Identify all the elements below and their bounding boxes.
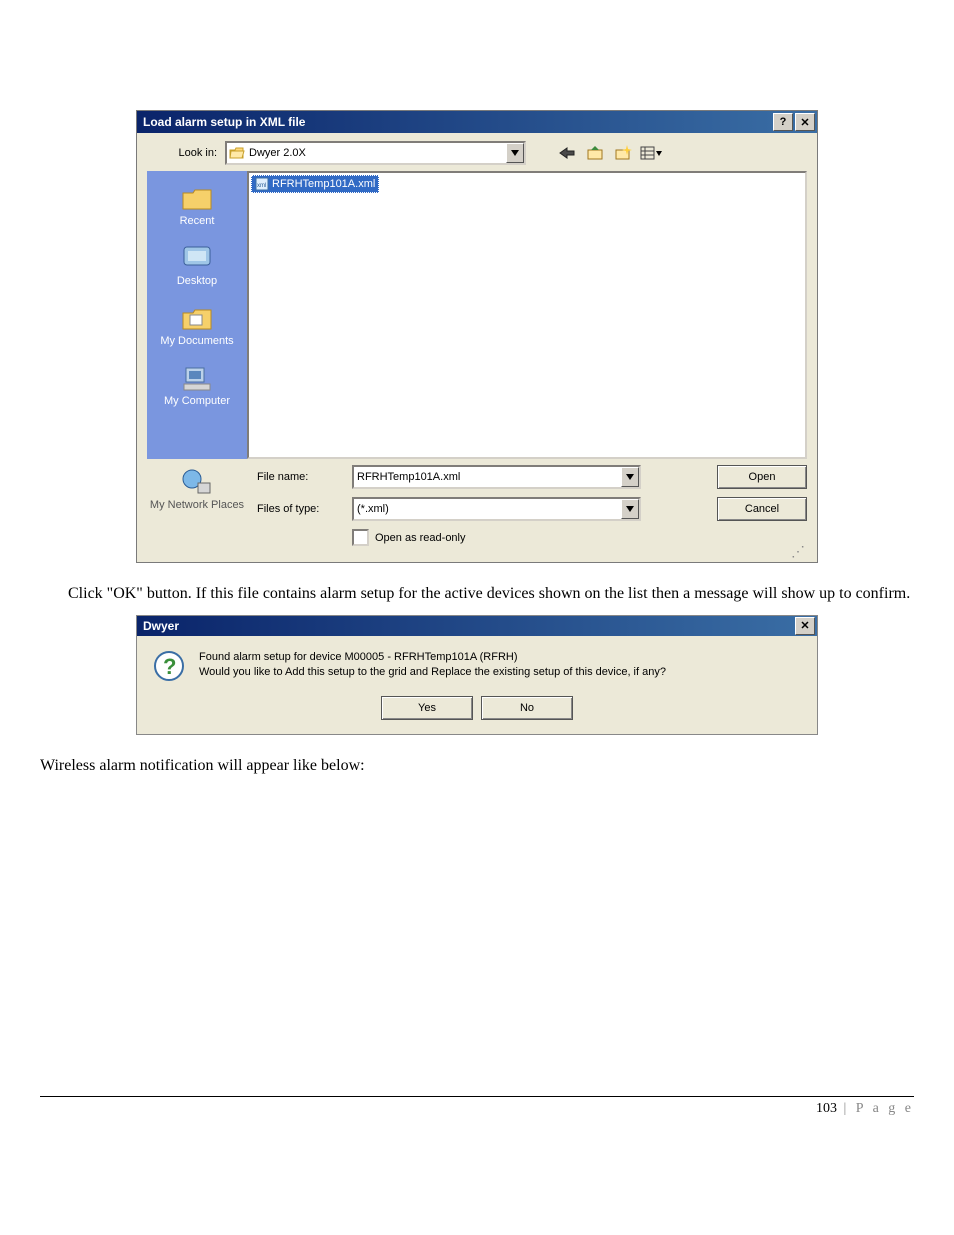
msg-line2: Would you like to Add this setup to the … (199, 665, 666, 680)
help-icon: ? (780, 116, 787, 128)
msg-line1: Found alarm setup for device M00005 - RF… (199, 650, 666, 665)
readonly-row: Open as read-only (352, 529, 705, 546)
open-button-label: Open (749, 471, 776, 483)
no-button[interactable]: No (481, 696, 573, 720)
question-icon: ? (153, 650, 185, 682)
place-recent[interactable]: Recent (150, 183, 245, 227)
place-label: My Documents (160, 335, 233, 347)
up-one-level-icon[interactable] (584, 143, 606, 163)
place-label: My Network Places (150, 499, 244, 512)
look-in-value: Dwyer 2.0X (245, 147, 506, 159)
open-button[interactable]: Open (717, 465, 807, 489)
resize-grip-icon[interactable]: ⋰ (147, 546, 807, 556)
dialog-title: Load alarm setup in XML file (143, 115, 305, 129)
dialog-body: Look in: Dwyer 2.0X Re (137, 133, 817, 562)
my-documents-icon (180, 303, 214, 333)
place-label: Desktop (177, 275, 217, 287)
body-paragraph-1: Click "OK" button. If this file contains… (40, 583, 914, 605)
place-network-places[interactable]: My Network Places (147, 465, 247, 546)
open-folder-icon (229, 146, 245, 160)
nav-toolbar (556, 143, 662, 163)
place-label: Recent (180, 215, 215, 227)
yes-button[interactable]: Yes (381, 696, 473, 720)
button-column: Open Cancel (705, 465, 807, 546)
dropdown-arrow-icon[interactable] (621, 467, 639, 487)
readonly-checkbox[interactable] (352, 529, 369, 546)
middle-row: Recent Desktop My Documents My Computer (147, 171, 807, 459)
confirm-dialog: Dwyer ✕ ? Found alarm setup for device M… (136, 615, 818, 735)
place-label: My Computer (164, 395, 230, 407)
views-menu-icon[interactable] (640, 143, 662, 163)
xml-file-icon: xml (255, 177, 269, 191)
my-computer-icon (180, 363, 214, 393)
cancel-button-label: Cancel (745, 503, 779, 515)
file-item-selected[interactable]: xml RFRHTemp101A.xml (251, 175, 379, 193)
filetype-value: (*.xml) (354, 503, 621, 515)
dropdown-arrow-icon[interactable] (621, 499, 639, 519)
new-folder-icon[interactable] (612, 143, 634, 163)
titlebar-buttons: ? ✕ (773, 113, 815, 131)
filename-value: RFRHTemp101A.xml (354, 471, 621, 483)
bottom-fields: File name: RFRHTemp101A.xml Files of typ… (247, 465, 705, 546)
place-desktop[interactable]: Desktop (150, 243, 245, 287)
help-button[interactable]: ? (773, 113, 793, 131)
look-in-label: Look in: (147, 147, 217, 159)
page-number: 103 (816, 1101, 837, 1116)
msg-text: Found alarm setup for device M00005 - RF… (199, 650, 666, 681)
filetype-label: Files of type: (257, 503, 352, 515)
file-open-dialog: Load alarm setup in XML file ? ✕ Look in… (136, 110, 818, 563)
network-places-icon (180, 467, 214, 497)
place-my-documents[interactable]: My Documents (150, 303, 245, 347)
file-list[interactable]: xml RFRHTemp101A.xml (247, 171, 807, 459)
place-my-computer[interactable]: My Computer (150, 363, 245, 407)
filetype-row: Files of type: (*.xml) (257, 497, 705, 521)
bottom-rows: My Network Places File name: RFRHTemp101… (147, 465, 807, 546)
msg-close-button[interactable]: ✕ (795, 617, 815, 635)
close-icon: ✕ (800, 116, 809, 129)
look-in-combobox[interactable]: Dwyer 2.0X (225, 141, 526, 165)
msg-title-text: Dwyer (143, 619, 179, 633)
cancel-button[interactable]: Cancel (717, 497, 807, 521)
svg-text:xml: xml (257, 183, 266, 189)
msg-body: ? Found alarm setup for device M00005 - … (137, 636, 817, 690)
page-word: P a g e (856, 1101, 914, 1116)
msg-titlebar[interactable]: Dwyer ✕ (137, 616, 817, 636)
close-icon: ✕ (800, 619, 809, 632)
titlebar[interactable]: Load alarm setup in XML file ? ✕ (137, 111, 817, 133)
look-in-row: Look in: Dwyer 2.0X (147, 141, 807, 165)
places-bar: Recent Desktop My Documents My Computer (147, 171, 247, 459)
dropdown-arrow-icon[interactable] (506, 143, 524, 163)
filename-label: File name: (257, 471, 352, 483)
file-name: RFRHTemp101A.xml (272, 178, 375, 190)
yes-button-label: Yes (418, 702, 436, 714)
para1-text: Click "OK" button. If this file contains… (68, 585, 910, 602)
readonly-label: Open as read-only (375, 532, 466, 544)
desktop-icon (180, 243, 214, 273)
msg-buttons: Yes No (137, 690, 817, 734)
filename-row: File name: RFRHTemp101A.xml (257, 465, 705, 489)
svg-text:?: ? (163, 654, 176, 679)
back-icon[interactable] (556, 143, 578, 163)
folder-recent-icon (180, 183, 214, 213)
close-button[interactable]: ✕ (795, 113, 815, 131)
page-footer: 103 | P a g e (40, 1096, 914, 1117)
body-paragraph-2: Wireless alarm notification will appear … (40, 755, 914, 777)
filetype-combobox[interactable]: (*.xml) (352, 497, 641, 521)
filename-combobox[interactable]: RFRHTemp101A.xml (352, 465, 641, 489)
no-button-label: No (520, 702, 534, 714)
